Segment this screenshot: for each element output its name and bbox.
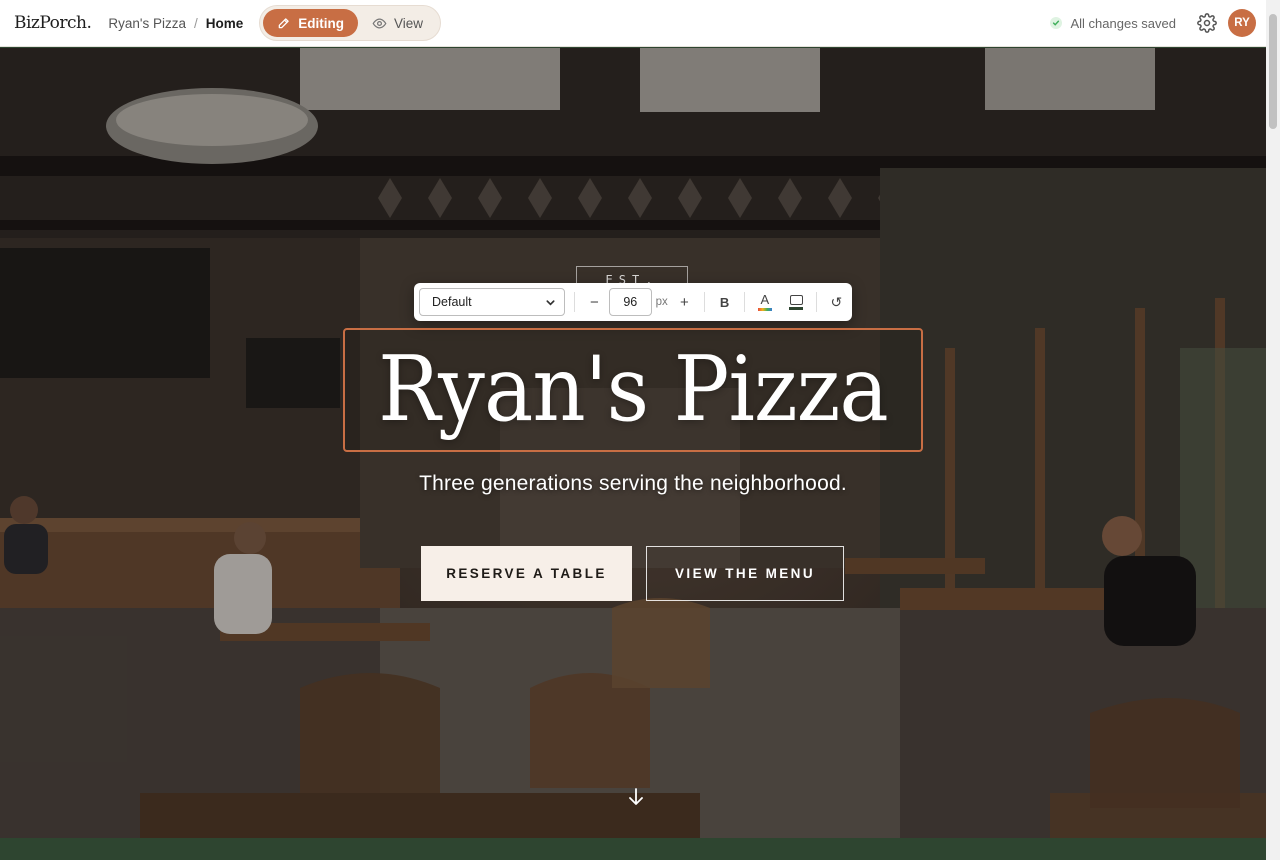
text-color-label: A — [760, 292, 770, 307]
font-family-select[interactable]: Default — [419, 288, 565, 316]
save-status: All changes saved — [1050, 16, 1176, 31]
font-size-unit: px — [655, 296, 668, 308]
chevron-down-icon — [546, 299, 555, 306]
toolbar-divider — [573, 292, 575, 312]
breadcrumb: Ryan's Pizza / Home — [108, 16, 243, 31]
breadcrumb-page[interactable]: Home — [206, 16, 244, 31]
view-mode-button[interactable]: View — [358, 9, 437, 37]
eye-icon — [372, 17, 387, 29]
settings-button[interactable] — [1196, 12, 1218, 34]
font-family-value: Default — [432, 295, 472, 309]
rainbow-swatch-icon — [757, 308, 772, 311]
next-section-edge — [0, 838, 1266, 860]
hero-title[interactable]: Ryan's Pizza — [378, 345, 889, 435]
user-avatar[interactable]: RY — [1228, 9, 1256, 37]
view-mode-label: View — [394, 15, 424, 31]
text-color-button[interactable]: A — [754, 289, 775, 315]
highlight-swatch-icon — [789, 306, 804, 310]
editor-topbar: BizPorch. Ryan's Pizza / Home Editing Vi… — [0, 0, 1266, 47]
gear-icon — [1197, 13, 1217, 33]
breadcrumb-separator: / — [193, 15, 198, 31]
view-menu-button[interactable]: VIEW THE MENU — [646, 546, 844, 601]
save-status-text: All changes saved — [1070, 15, 1176, 31]
bold-button[interactable]: B — [714, 289, 735, 315]
mode-toggle: Editing View — [259, 5, 442, 41]
reserve-table-button[interactable]: RESERVE A TABLE — [421, 546, 632, 601]
scrollbar-thumb[interactable] — [1269, 14, 1277, 129]
editing-mode-button[interactable]: Editing — [263, 9, 359, 37]
decrease-size-button[interactable]: − — [584, 289, 605, 315]
toolbar-divider — [704, 292, 705, 312]
hero-title-editor-frame[interactable]: Ryan's Pizza — [343, 328, 923, 452]
highlight-box-icon — [789, 294, 803, 305]
toolbar-divider — [744, 292, 746, 312]
increase-size-button[interactable]: + — [674, 289, 695, 315]
breadcrumb-site[interactable]: Ryan's Pizza — [108, 16, 186, 31]
hero-section: EST. 1987 Default − 96 px + B A ↺ Ryan's… — [0, 48, 1266, 838]
arrow-down-icon[interactable] — [626, 786, 646, 808]
font-size-input[interactable]: 96 — [608, 288, 652, 316]
check-icon — [1050, 17, 1063, 29]
editing-mode-label: Editing — [298, 15, 345, 31]
reset-format-button[interactable]: ↺ — [826, 289, 847, 315]
hero-subtitle[interactable]: Three generations serving the neighborho… — [0, 472, 1266, 496]
toolbar-divider — [815, 292, 817, 312]
text-format-toolbar: Default − 96 px + B A ↺ — [414, 283, 852, 321]
highlight-color-button[interactable] — [785, 289, 806, 315]
app-logo[interactable]: BizPorch. — [14, 13, 92, 33]
page-scrollbar[interactable] — [1266, 0, 1280, 860]
pencil-icon — [278, 18, 289, 29]
